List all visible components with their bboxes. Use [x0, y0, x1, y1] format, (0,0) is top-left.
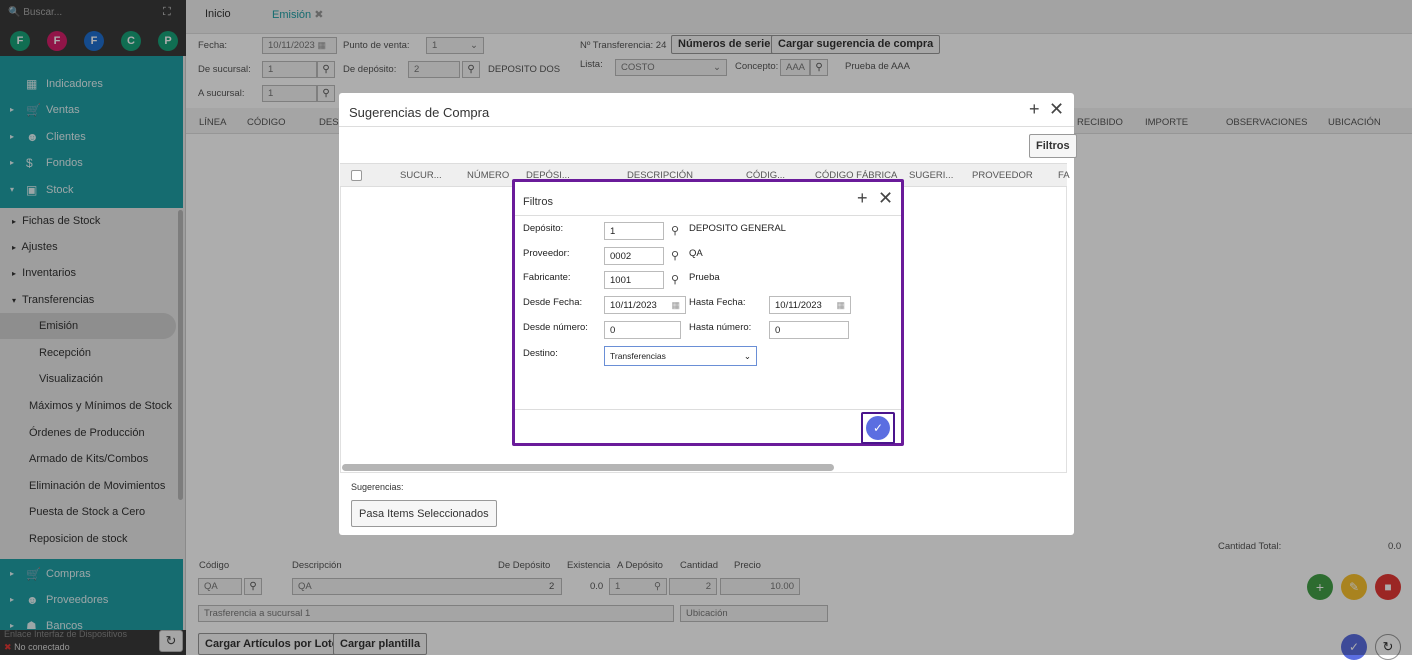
horizontal-scrollbar[interactable] — [342, 464, 834, 471]
modal-title: Filtros — [523, 196, 553, 208]
filtros-button[interactable]: Filtros — [1029, 134, 1077, 158]
sugerencias-label: Sugerencias: — [351, 482, 404, 492]
search-icon[interactable]: ⚲ — [665, 271, 685, 289]
deposito-input[interactable]: 1 — [604, 222, 664, 240]
column-header: FA — [1058, 170, 1070, 181]
hasta-fecha-label: Hasta Fecha: — [689, 297, 746, 308]
column-header: SUCUR... — [400, 170, 442, 181]
close-icon[interactable]: ✕ — [878, 188, 893, 209]
deposito-name: DEPOSITO GENERAL — [689, 223, 786, 234]
close-icon[interactable]: ✕ — [1049, 99, 1064, 120]
modal-header — [515, 182, 901, 216]
desde-fecha-label: Desde Fecha: — [523, 297, 583, 308]
modal-footer-divider — [515, 409, 901, 410]
fabricante-input[interactable]: 1001 — [604, 271, 664, 289]
calendar-icon[interactable]: ▦ — [836, 300, 845, 311]
filtros-modal: Filtros + ✕ Depósito: 1 ⚲ DEPOSITO GENER… — [512, 179, 904, 446]
modal-title: Sugerencias de Compra — [349, 105, 490, 120]
plus-icon[interactable]: + — [857, 188, 868, 209]
proveedor-label: Proveedor: — [523, 248, 570, 259]
desde-numero-label: Desde número: — [523, 322, 588, 333]
fabricante-name: Prueba — [689, 272, 720, 283]
fabricante-label: Fabricante: — [523, 272, 571, 283]
chevron-down-icon: ⌄ — [743, 351, 751, 361]
hasta-fecha-input[interactable]: 10/11/2023 ▦ — [769, 296, 851, 314]
hasta-numero-input[interactable]: 0 — [769, 321, 849, 339]
hasta-numero-label: Hasta número: — [689, 322, 752, 333]
select-all-checkbox[interactable] — [351, 170, 362, 181]
calendar-icon[interactable]: ▦ — [671, 300, 680, 311]
desde-numero-input[interactable]: 0 — [604, 321, 681, 339]
column-header: NÚMERO — [467, 170, 510, 181]
desde-fecha-input[interactable]: 10/11/2023 ▦ — [604, 296, 686, 314]
check-icon: ✓ — [872, 421, 884, 435]
confirm-wrapper: ✓ — [861, 412, 895, 444]
pasa-items-button[interactable]: Pasa Items Seleccionados — [351, 500, 497, 527]
proveedor-input[interactable]: 0002 — [604, 247, 664, 265]
column-header: PROVEEDOR — [972, 170, 1033, 181]
confirm-button[interactable]: ✓ — [866, 416, 890, 440]
proveedor-name: QA — [689, 248, 703, 259]
deposito-label: Depósito: — [523, 223, 564, 234]
plus-icon[interactable]: + — [1029, 99, 1040, 120]
destino-label: Destino: — [523, 348, 558, 359]
column-header: SUGERI... — [909, 170, 954, 181]
destino-select[interactable]: Transferencias ⌄ — [604, 346, 757, 366]
search-icon[interactable]: ⚲ — [665, 222, 685, 240]
search-icon[interactable]: ⚲ — [665, 247, 685, 265]
